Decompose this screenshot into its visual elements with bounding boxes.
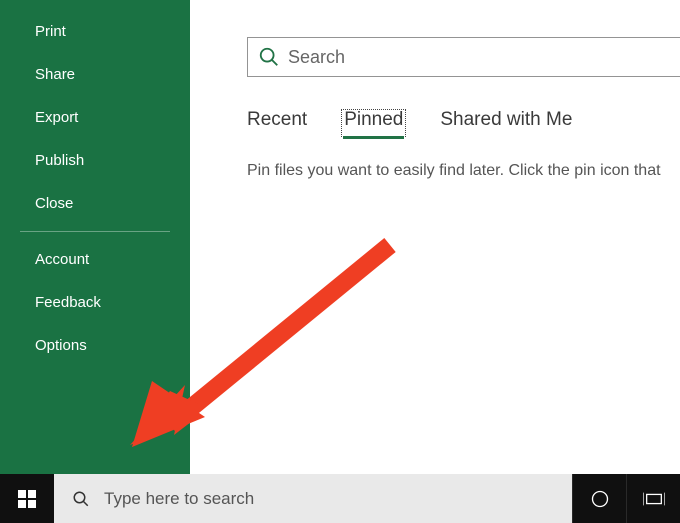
sidebar-item-publish[interactable]: Publish [0,139,190,182]
cortana-button[interactable] [572,474,626,523]
task-view-button[interactable] [626,474,680,523]
taskbar-search[interactable]: Type here to search [54,474,572,523]
app-window: Print Share Export Publish Close Account… [0,0,680,523]
sidebar-item-account[interactable]: Account [0,238,190,281]
search-icon [258,46,280,68]
tab-pinned[interactable]: Pinned [341,109,406,137]
tab-shared-with-me[interactable]: Shared with Me [440,109,572,137]
taskbar-search-placeholder: Type here to search [104,489,254,509]
backstage-sidebar: Print Share Export Publish Close Account… [0,0,190,474]
sidebar-item-options[interactable]: Options [0,324,190,367]
sidebar-item-export[interactable]: Export [0,96,190,139]
windows-taskbar: Type here to search [0,474,680,523]
sidebar-item-print[interactable]: Print [0,10,190,53]
sidebar-divider [20,231,170,232]
cortana-icon [590,489,610,509]
pinned-empty-message: Pin files you want to easily find later.… [247,162,680,180]
backstage-main: Recent Pinned Shared with Me Pin files y… [190,0,680,474]
sidebar-item-feedback[interactable]: Feedback [0,281,190,324]
windows-logo-icon [18,490,36,508]
sidebar-item-close[interactable]: Close [0,182,190,225]
start-button[interactable] [0,474,54,523]
search-icon [72,490,90,508]
task-view-icon [643,489,665,509]
search-box[interactable] [247,37,680,77]
tabs-row: Recent Pinned Shared with Me [247,109,572,137]
search-input[interactable] [288,47,680,68]
tab-recent[interactable]: Recent [247,109,307,137]
sidebar-item-share[interactable]: Share [0,53,190,96]
